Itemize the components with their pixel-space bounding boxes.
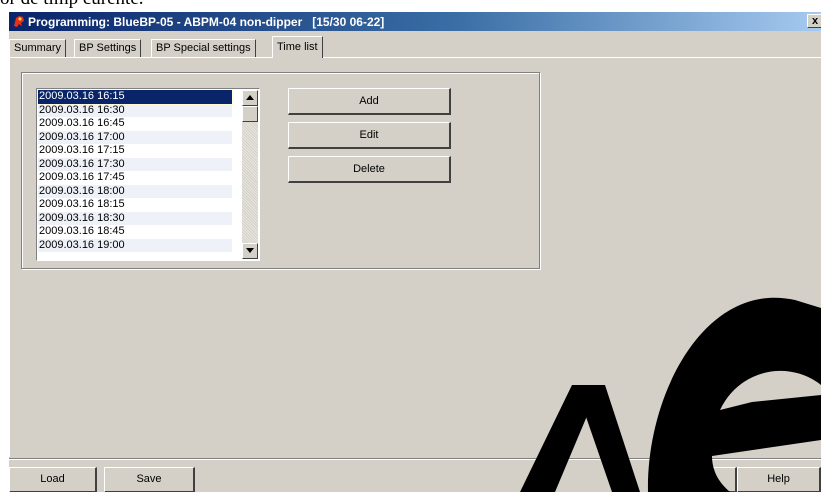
list-item[interactable]: 2009.03.16 18:15 bbox=[38, 198, 232, 212]
list-item[interactable]: 2009.03.16 18:30 bbox=[38, 211, 232, 225]
scroll-up-button[interactable] bbox=[242, 90, 258, 106]
tab-strip: Summary BP Settings BP Special settings … bbox=[9, 36, 821, 58]
time-list-panel: 2009.03.16 16:15 2009.03.16 16:30 2009.03.… bbox=[9, 57, 821, 457]
arrow-up-icon bbox=[246, 95, 254, 100]
edit-button[interactable]: Edit bbox=[288, 122, 451, 149]
programming-window: Programming: BlueBP-05 - ABPM-04 non-dip… bbox=[9, 12, 821, 492]
tab-bp-settings[interactable]: BP Settings bbox=[74, 39, 142, 57]
list-item[interactable]: 2009.03.16 19:00 bbox=[38, 238, 232, 252]
close-button[interactable]: Close bbox=[653, 467, 737, 492]
app-logo-icon bbox=[14, 16, 24, 27]
time-listbox[interactable]: 2009.03.16 16:15 2009.03.16 16:30 2009.03.… bbox=[36, 88, 260, 261]
scroll-thumb[interactable] bbox=[242, 106, 258, 122]
save-button[interactable]: Save bbox=[104, 467, 195, 492]
load-button[interactable]: Load bbox=[9, 467, 97, 492]
time-list-items: 2009.03.16 16:15 2009.03.16 16:30 2009.03.… bbox=[37, 89, 233, 252]
time-list-group: 2009.03.16 16:15 2009.03.16 16:30 2009.03.… bbox=[21, 72, 540, 269]
tab-summary[interactable]: Summary bbox=[9, 39, 67, 57]
document-caption-text: or de timp curente. bbox=[0, 0, 300, 9]
list-scrollbar[interactable] bbox=[242, 90, 258, 259]
list-item[interactable]: 2009.03.16 18:45 bbox=[38, 225, 232, 239]
window-close-button[interactable]: x bbox=[807, 14, 821, 28]
list-item[interactable]: 2009.03.16 17:15 bbox=[38, 144, 232, 158]
add-button[interactable]: Add bbox=[288, 88, 451, 115]
list-item[interactable]: 2009.03.16 16:45 bbox=[38, 117, 232, 131]
help-button[interactable]: Help bbox=[737, 467, 821, 492]
list-item[interactable]: 2009.03.16 16:15 bbox=[37, 89, 233, 105]
bottom-button-bar: Load Save Close Help bbox=[9, 458, 821, 492]
list-item[interactable]: 2009.03.16 17:45 bbox=[38, 171, 232, 185]
window-title: Programming: BlueBP-05 - ABPM-04 non-dip… bbox=[28, 15, 385, 29]
list-item[interactable]: 2009.03.16 17:30 bbox=[38, 157, 232, 171]
arrow-down-icon bbox=[246, 248, 254, 253]
list-item[interactable]: 2009.03.16 16:30 bbox=[38, 103, 232, 117]
list-item[interactable]: 2009.03.16 17:00 bbox=[38, 130, 232, 144]
list-item[interactable]: 2009.03.16 18:00 bbox=[38, 184, 232, 198]
delete-button[interactable]: Delete bbox=[288, 156, 451, 183]
tab-time-list[interactable]: Time list bbox=[272, 36, 323, 58]
tab-bp-special-settings[interactable]: BP Special settings bbox=[151, 39, 256, 57]
scroll-down-button[interactable] bbox=[242, 243, 258, 259]
title-bar[interactable]: Programming: BlueBP-05 - ABPM-04 non-dip… bbox=[9, 12, 821, 31]
